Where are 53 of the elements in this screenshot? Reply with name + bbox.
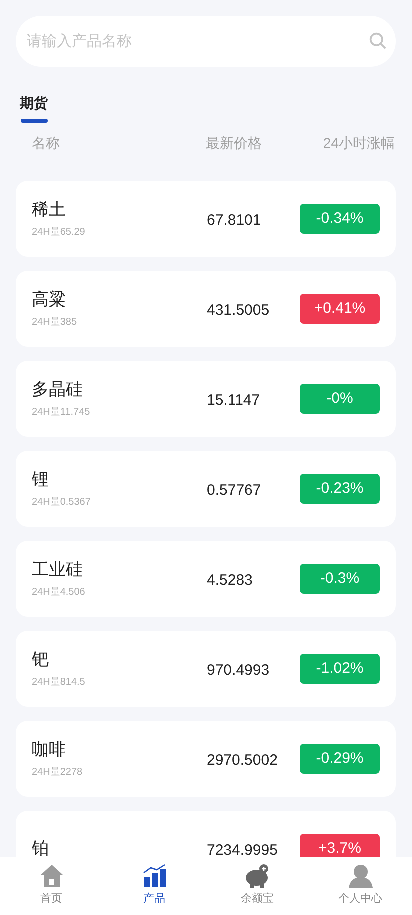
change-badge: -1.02% — [300, 654, 380, 684]
product-name: 高粱 — [32, 288, 67, 310]
volume-text: 24H量814.5 — [32, 676, 86, 690]
piggy-bank-icon — [244, 864, 272, 888]
product-name: 工业硅 — [32, 558, 84, 580]
product-name: 多晶硅 — [32, 378, 84, 400]
column-header: 名称 — [31, 134, 61, 152]
change-badge: -0.29% — [300, 744, 380, 774]
product-card[interactable]: 咖啡 24H量2278 2970.5002 -0.29% — [16, 721, 396, 797]
price-text: 7234.9995 — [207, 840, 279, 857]
product-card[interactable]: 多晶硅 24H量11.745 15.1147 -0% — [16, 361, 396, 437]
column-header: 最新价格 — [206, 134, 263, 152]
home-icon — [40, 864, 64, 888]
change-badge: +0.41% — [300, 294, 380, 324]
price-text: 2970.5002 — [207, 750, 279, 771]
product-card[interactable]: 钯 24H量814.5 970.4993 -1.02% — [16, 631, 396, 707]
price-text: 4.5283 — [207, 570, 254, 591]
volume-text: 24H量11.745 — [32, 406, 92, 420]
volume-text: 24H量65.29 — [32, 226, 86, 240]
change-badge: -0.3% — [300, 564, 380, 594]
product-name: 锂 — [32, 468, 50, 490]
change-badge: -0.34% — [300, 204, 380, 234]
volume-text: 24H量2278 — [32, 766, 84, 780]
nav-tab[interactable]: 产品 — [103, 857, 206, 915]
nav-tab[interactable]: 余额宝 — [206, 857, 309, 915]
tab[interactable]: 期货 — [20, 93, 48, 123]
change-badge: +3.7% — [300, 834, 380, 857]
product-card[interactable]: 工业硅 24H量4.506 4.5283 -0.3% — [16, 541, 396, 617]
product-name: 稀土 — [32, 198, 67, 220]
user-icon — [348, 864, 374, 888]
search-field[interactable]: 请输入产品名称 — [16, 16, 396, 67]
product-card[interactable]: 高粱 24H量385 431.5005 +0.41% — [16, 271, 396, 347]
price-text: 431.5005 — [207, 300, 271, 321]
change-badge: -0% — [300, 384, 380, 414]
product-card[interactable]: 锂 24H量0.5367 0.57767 -0.23% — [16, 451, 396, 527]
nav-tab[interactable]: 个人中心 — [309, 857, 412, 915]
product-name: 咖啡 — [32, 738, 67, 760]
price-text: 0.57767 — [207, 480, 262, 501]
price-text: 15.1147 — [207, 390, 262, 411]
nav-tab[interactable]: 首页 — [0, 857, 103, 915]
price-text: 67.8101 — [207, 210, 262, 231]
change-badge: -0.23% — [300, 474, 380, 504]
volume-text: 24H量0.5367 — [32, 496, 92, 510]
column-header: 24小时涨幅 — [323, 134, 396, 152]
product-name: 钯 — [32, 648, 50, 670]
volume-text: 24H量385 — [32, 316, 78, 330]
product-card[interactable]: 铂 7234.9995 +3.7% — [16, 811, 396, 857]
price-text: 970.4993 — [207, 660, 271, 681]
search-icon[interactable] — [369, 32, 387, 50]
product-card[interactable]: 稀土 24H量65.29 67.8101 -0.34% — [16, 181, 396, 257]
volume-text: 24H量4.506 — [32, 586, 86, 600]
product-name: 铂 — [32, 838, 50, 857]
bar-chart-icon — [142, 864, 166, 888]
